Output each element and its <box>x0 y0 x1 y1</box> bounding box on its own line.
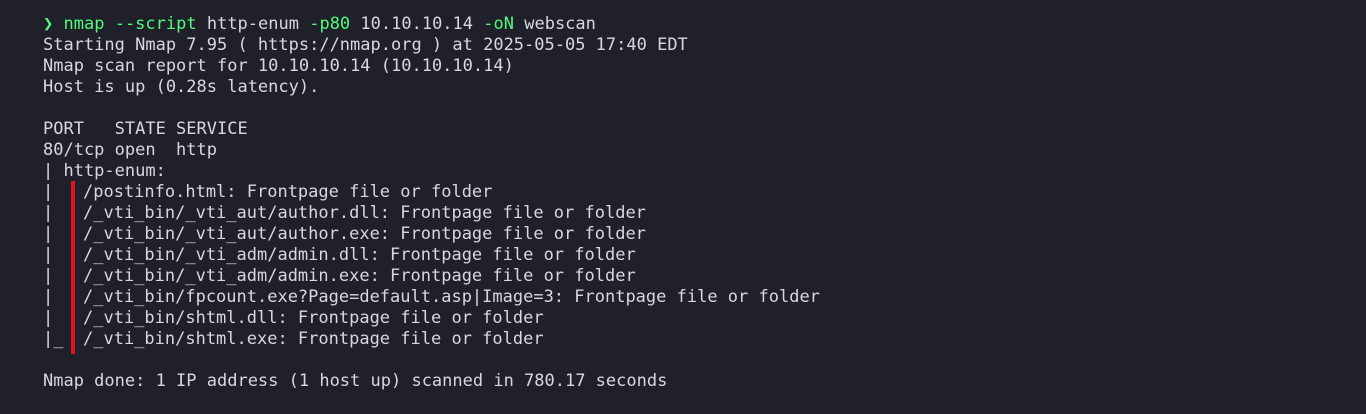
terminal-window[interactable]: ❯ nmap --script http-enum -p80 10.10.10.… <box>0 0 1366 414</box>
enum-pipe-last: |_ <box>43 329 64 349</box>
highlight-bar <box>71 181 75 354</box>
enum-item: | /_vti_bin/_vti_aut/author.exe: Frontpag… <box>43 224 1366 245</box>
enum-pipe: | <box>43 182 54 202</box>
enum-item-text: /_vti_bin/shtml.exe: Frontpage file or f… <box>83 329 544 349</box>
enum-item-text: /_vti_bin/_vti_adm/admin.exe: Frontpage … <box>83 266 636 286</box>
starting-line: Starting Nmap 7.95 ( https://nmap.org ) … <box>43 35 688 55</box>
port-flag: -p80 <box>309 14 351 34</box>
script-name-line: | http-enum: <box>43 161 166 181</box>
enum-item: | /_vti_bin/_vti_adm/admin.exe: Frontpage… <box>43 266 1366 287</box>
enum-pipe: | <box>43 203 54 223</box>
enum-item: | /_vti_bin/_vti_adm/admin.dll: Frontpage… <box>43 245 1366 266</box>
enum-pipe: | <box>43 245 54 265</box>
enum-item-text: /_vti_bin/_vti_aut/author.dll: Frontpage… <box>83 203 646 223</box>
enum-item: | /_vti_bin/fpcount.exe?Page=default.asp|… <box>43 287 1366 308</box>
enum-pipe: | <box>43 266 54 286</box>
command-name: nmap <box>63 14 105 34</box>
output-file: webscan <box>524 14 596 34</box>
enum-pipe: | <box>43 308 54 328</box>
scan-report-line: Nmap scan report for 10.10.10.14 (10.10.… <box>43 56 514 76</box>
table-header: PORT STATE SERVICE <box>43 119 248 139</box>
enum-item-text: /_vti_bin/_vti_aut/author.exe: Frontpage… <box>83 224 646 244</box>
output-flag: -oN <box>483 14 514 34</box>
target-ip: 10.10.10.14 <box>360 14 474 34</box>
enum-item-text: /_vti_bin/fpcount.exe?Page=default.asp|I… <box>83 287 820 307</box>
command-line: ❯ nmap --script http-enum -p80 10.10.10.… <box>43 14 1366 35</box>
enum-item: | /postinfo.html: Frontpage file or folde… <box>43 182 1366 203</box>
enum-item: |_ /_vti_bin/shtml.exe: Frontpage file or… <box>43 329 1366 350</box>
enum-item-text: /postinfo.html: Frontpage file or folder <box>83 182 493 202</box>
enum-pipe: | <box>43 224 54 244</box>
port-row: 80/tcp open http <box>43 140 217 160</box>
script-flag: --script <box>114 14 197 34</box>
done-line: Nmap done: 1 IP address (1 host up) scan… <box>43 371 668 391</box>
host-up-line: Host is up (0.28s latency). <box>43 77 320 97</box>
prompt-arrow-icon: ❯ <box>43 14 54 34</box>
script-arg: http-enum <box>206 14 299 34</box>
enum-item-text: /_vti_bin/_vti_adm/admin.dll: Frontpage … <box>83 245 636 265</box>
enum-item-text: /_vti_bin/shtml.dll: Frontpage file or f… <box>83 308 544 328</box>
enum-pipe: | <box>43 287 54 307</box>
enum-item: | /_vti_bin/shtml.dll: Frontpage file or … <box>43 308 1366 329</box>
enum-item: | /_vti_bin/_vti_aut/author.dll: Frontpag… <box>43 203 1366 224</box>
